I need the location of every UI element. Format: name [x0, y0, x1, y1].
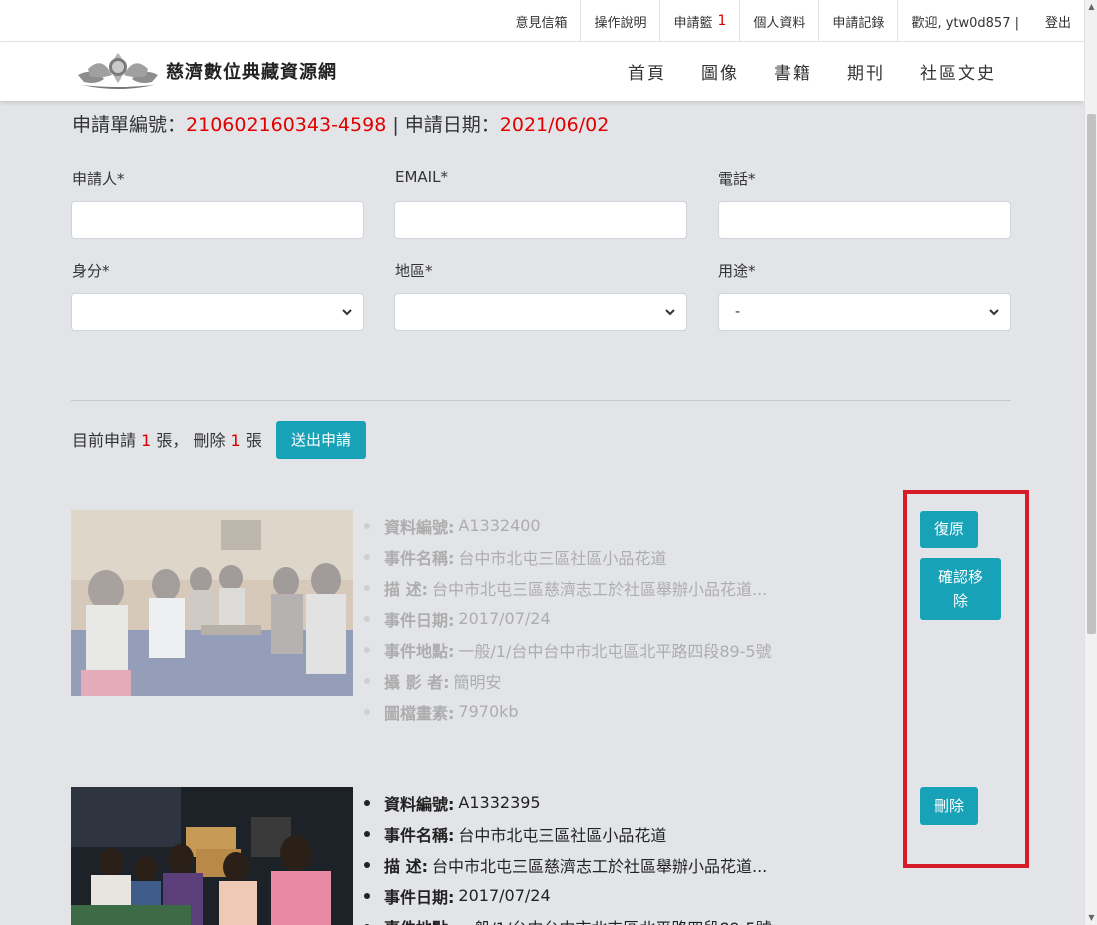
site-logo[interactable]: 慈濟數位典藏資源網: [74, 48, 337, 94]
list-item: 攝 影 者: 簡明安: [362, 665, 772, 696]
highlight-box: [903, 490, 1029, 868]
region-select[interactable]: [394, 293, 687, 331]
identity-label: 身分*: [72, 262, 110, 280]
email-input[interactable]: [394, 201, 687, 239]
item-1-details: 資料編號: A1332400 事件名稱: 台中市北屯三區社區小品花道 描 述: 台中市…: [362, 510, 772, 727]
history-link[interactable]: 申請記錄: [818, 0, 897, 42]
bullet-icon: [364, 646, 370, 653]
bullet-icon: [364, 615, 370, 622]
lotus-logo-icon: [78, 53, 158, 89]
list-item: 事件日期: 2017/07/24: [362, 880, 772, 911]
nav-journals[interactable]: 期刊: [847, 59, 885, 84]
summary-suffix: 張: [240, 431, 262, 450]
bullet-icon: [364, 861, 370, 868]
scroll-thumb[interactable]: [1087, 114, 1096, 634]
item-2-thumbnail: [71, 787, 353, 925]
bullet-icon: [364, 522, 370, 529]
nav-community-history[interactable]: 社區文史: [920, 59, 996, 84]
profile-link[interactable]: 個人資料: [739, 0, 818, 42]
chevron-down-icon: [342, 309, 352, 316]
logout-link[interactable]: 登出: [1032, 0, 1084, 42]
list-item: 事件名稱: 台中市北屯三區社區小品花道: [362, 818, 772, 849]
nav-images[interactable]: 圖像: [701, 59, 739, 84]
order-no-value: 210602160343-4598: [186, 114, 387, 136]
nav-books[interactable]: 書籍: [774, 59, 812, 84]
purpose-select-value: -: [735, 304, 741, 320]
nav-menu: 首頁 圖像 書籍 期刊 社區文史: [593, 42, 996, 101]
cart-count-badge: 1: [717, 13, 727, 29]
bullet-icon: [364, 584, 370, 591]
applicant-input[interactable]: [71, 201, 364, 239]
list-item: 圖檔畫素: 7970kb: [362, 696, 772, 727]
welcome-text: 歡迎, ytw0d857 |: [897, 0, 1032, 42]
order-no-label: 申請單編號：: [72, 114, 187, 136]
apply-summary: 目前申請 1 張， 刪除 1 張: [72, 427, 262, 451]
scroll-up-arrow-icon[interactable]: ▲: [1085, 0, 1097, 14]
bullet-icon: [364, 892, 370, 899]
email-label: EMAIL*: [395, 168, 448, 186]
list-item: 事件日期: 2017/07/24: [362, 603, 772, 634]
order-date-value: 2021/06/02: [499, 114, 610, 136]
nav-home[interactable]: 首頁: [628, 59, 666, 84]
list-item: 事件地點:一般/1/台中台中市北屯區北平路四段89-5號: [362, 634, 772, 665]
scroll-down-arrow-icon[interactable]: ▼: [1085, 911, 1097, 925]
bullet-icon: [364, 708, 370, 715]
applicant-label: 申請人*: [72, 170, 125, 188]
list-item: 描 述: 台中市北屯三區慈濟志工於社區舉辦小品花道...: [362, 572, 772, 603]
item-2-details: 資料編號: A1332395 事件名稱: 台中市北屯三區社區小品花道 描 述: 台中市…: [362, 787, 772, 925]
logo-text: 慈濟數位典藏資源網: [166, 62, 337, 83]
list-item: 資料編號: A1332395: [362, 787, 772, 818]
bullet-icon: [364, 799, 370, 806]
order-date-label: 申請日期：: [404, 114, 500, 136]
summary-prefix: 目前申請: [72, 431, 142, 450]
item-1-thumbnail: [71, 510, 353, 696]
bullet-icon: [364, 677, 370, 684]
phone-input[interactable]: [718, 201, 1011, 239]
identity-select[interactable]: [71, 293, 364, 331]
cart-label: 申請籃: [673, 15, 713, 31]
apply-count: 1: [141, 431, 152, 450]
delete-count: 1: [230, 431, 241, 450]
summary-mid: 張， 刪除: [151, 431, 231, 450]
list-item: 事件名稱: 台中市北屯三區社區小品花道: [362, 541, 772, 572]
order-header: 申請單編號：210602160343-4598 | 申請日期：2021/06/0…: [72, 110, 609, 137]
region-label: 地區*: [395, 262, 433, 280]
help-link[interactable]: 操作說明: [580, 0, 659, 42]
submit-application-button[interactable]: 送出申請: [276, 421, 366, 459]
bullet-icon: [364, 553, 370, 560]
section-divider: [71, 400, 1011, 401]
purpose-select[interactable]: -: [718, 293, 1011, 331]
list-item: 資料編號: A1332400: [362, 510, 772, 541]
purpose-label: 用途*: [718, 262, 756, 280]
phone-label: 電話*: [718, 170, 756, 188]
list-item: 描 述: 台中市北屯三區慈濟志工於社區舉辦小品花道...: [362, 849, 772, 880]
bullet-icon: [364, 830, 370, 837]
order-sep: |: [386, 114, 405, 136]
page-scrollbar[interactable]: ▲ ▼: [1084, 0, 1097, 925]
chevron-down-icon: [989, 309, 999, 316]
utility-bar: 意見信箱 操作說明 申請籃 1 個人資料 申請記錄 歡迎, ytw0d857 | …: [0, 0, 1084, 42]
chevron-down-icon: [665, 309, 675, 316]
feedback-link[interactable]: 意見信箱: [502, 0, 580, 42]
cart-link[interactable]: 申請籃 1: [659, 0, 739, 42]
list-item: 事件地點:一般/1/台中台中市北屯區北平路四段89-5號: [362, 911, 772, 925]
main-nav: 慈濟數位典藏資源網 首頁 圖像 書籍 期刊 社區文史: [0, 42, 1084, 101]
